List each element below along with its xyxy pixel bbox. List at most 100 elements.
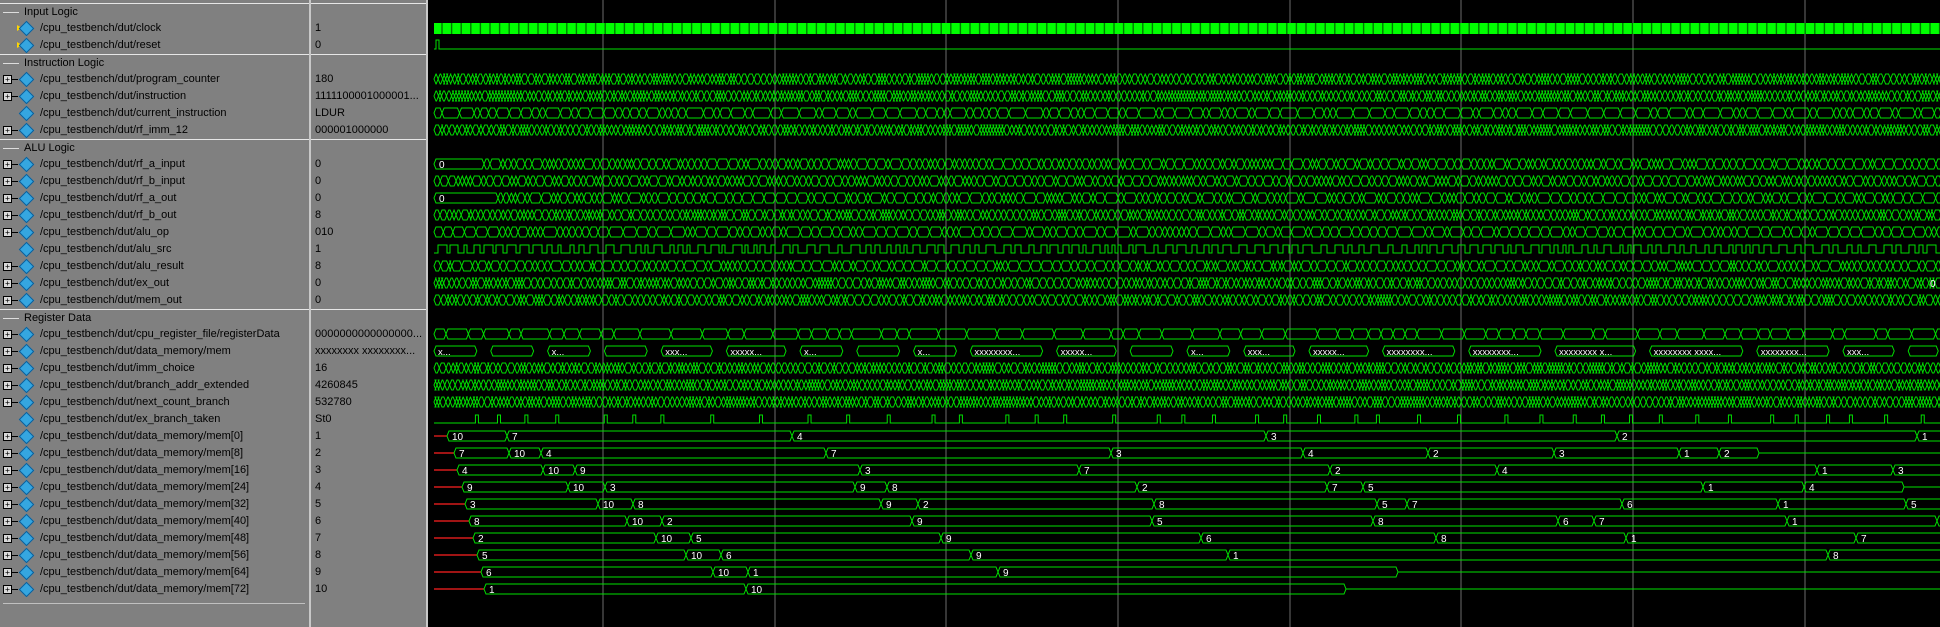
signal-row[interactable]: /cpu_testbench/dut/alu_src [0, 241, 309, 257]
signal-value-row[interactable]: 8 [311, 547, 426, 563]
expand-icon[interactable]: + [3, 228, 12, 237]
waveform-canvas[interactable]: 000x... x... xxx... xxxxx... x... x... xxxxxxx… [429, 0, 1940, 627]
signal-value-row[interactable]: 4 [311, 479, 426, 495]
signal-row[interactable]: +/cpu_testbench/dut/instruction [0, 88, 309, 104]
expand-icon[interactable]: + [3, 262, 12, 271]
expand-icon[interactable]: + [3, 211, 12, 220]
signal-row[interactable]: +/cpu_testbench/dut/imm_choice [0, 360, 309, 376]
signal-value-row[interactable]: LDUR [311, 105, 426, 121]
expand-icon[interactable]: + [3, 517, 12, 526]
signal-row[interactable]: +/cpu_testbench/dut/data_memory/mem[8] [0, 445, 309, 461]
group-header-instruction[interactable]: Instruction Logic [0, 54, 309, 71]
expand-icon[interactable]: + [3, 177, 12, 186]
signal-value-row[interactable]: 180 [311, 71, 426, 87]
group-header-input[interactable]: Input Logic [0, 3, 309, 20]
signal-row[interactable]: +/cpu_testbench/dut/ex_out [0, 275, 309, 291]
signal-value-row[interactable]: xxxxxxxx xxxxxxxx... [311, 343, 426, 359]
signal-row[interactable]: +/cpu_testbench/dut/data_memory/mem[24] [0, 479, 309, 495]
expand-icon[interactable]: + [3, 398, 12, 407]
signal-value-row[interactable]: 10 [311, 581, 426, 597]
signal-row[interactable]: +/cpu_testbench/dut/program_counter [0, 71, 309, 87]
signal-row[interactable]: /cpu_testbench/dut/ex_branch_taken [0, 411, 309, 427]
expand-icon[interactable]: + [3, 483, 12, 492]
signal-row[interactable]: +/cpu_testbench/dut/rf_b_input [0, 173, 309, 189]
signal-value-row[interactable]: 1 [311, 241, 426, 257]
bus-segment [650, 124, 658, 136]
signal-value-row[interactable]: 0 [311, 190, 426, 206]
signal-row[interactable]: +/cpu_testbench/dut/cpu_register_file/re… [0, 326, 309, 342]
signal-row[interactable]: +/cpu_testbench/dut/mem_out [0, 292, 309, 308]
signal-row[interactable]: +/cpu_testbench/dut/data_memory/mem[32] [0, 496, 309, 512]
signal-value-row[interactable]: 1111100001000001... [311, 88, 426, 104]
expand-icon[interactable]: + [3, 364, 12, 373]
expand-icon[interactable]: + [3, 568, 12, 577]
signal-row[interactable]: +/cpu_testbench/dut/alu_op [0, 224, 309, 240]
expand-icon[interactable]: + [3, 75, 12, 84]
signal-row[interactable]: +/cpu_testbench/dut/data_memory/mem[72] [0, 581, 309, 597]
expand-icon[interactable]: + [3, 296, 12, 305]
signal-value-row[interactable]: 000001000000 [311, 122, 426, 138]
bus-segment [1321, 226, 1331, 238]
expand-icon[interactable]: + [3, 279, 12, 288]
group-header-register[interactable]: Register Data [0, 309, 309, 326]
signal-row[interactable]: /cpu_testbench/dut/current_instruction [0, 105, 309, 121]
signal-row[interactable]: /cpu_testbench/dut/reset [0, 37, 309, 53]
signal-value-row[interactable]: 0 [311, 275, 426, 291]
signal-value-row[interactable]: 0 [311, 173, 426, 189]
signal-row[interactable]: /cpu_testbench/dut/clock [0, 20, 309, 36]
expand-icon[interactable]: + [3, 466, 12, 475]
expand-icon[interactable]: + [3, 432, 12, 441]
signal-value-row[interactable]: 8 [311, 207, 426, 223]
expand-icon[interactable]: + [3, 500, 12, 509]
signal-value-row[interactable]: 0 [311, 37, 426, 53]
signal-value-row[interactable]: 1 [311, 20, 426, 36]
signal-value-row[interactable]: 0 [311, 292, 426, 308]
pane-divider[interactable] [426, 0, 428, 627]
signal-row[interactable]: +/cpu_testbench/dut/next_count_branch [0, 394, 309, 410]
bus-segment [1317, 158, 1327, 170]
expand-icon[interactable]: + [3, 347, 12, 356]
expand-icon[interactable]: + [3, 194, 12, 203]
expand-icon[interactable]: + [3, 330, 12, 339]
signal-row[interactable]: +/cpu_testbench/dut/branch_addr_extended [0, 377, 309, 393]
signal-row[interactable]: +/cpu_testbench/dut/rf_b_out [0, 207, 309, 223]
expand-icon[interactable]: + [3, 160, 12, 169]
signal-value-row[interactable]: 4260845 [311, 377, 426, 393]
expand-icon[interactable]: + [3, 534, 12, 543]
signal-value-row[interactable]: 010 [311, 224, 426, 240]
signal-row[interactable]: +/cpu_testbench/dut/data_memory/mem[40] [0, 513, 309, 529]
waveform-pane[interactable]: 0 0 0 x... x... xxx... xxxxx... x... x... xxxxxxx… [429, 0, 1940, 627]
signal-row[interactable]: +/cpu_testbench/dut/rf_a_input [0, 156, 309, 172]
signal-value-row[interactable]: 8 [311, 258, 426, 274]
expand-icon[interactable]: + [3, 92, 12, 101]
signal-value-row[interactable]: 7 [311, 530, 426, 546]
signal-value-row[interactable]: 6 [311, 513, 426, 529]
group-header-alu[interactable]: ALU Logic [0, 139, 309, 156]
signal-row[interactable]: +/cpu_testbench/dut/rf_imm_12 [0, 122, 309, 138]
signal-row[interactable]: +/cpu_testbench/dut/alu_result [0, 258, 309, 274]
signal-row[interactable]: +/cpu_testbench/dut/rf_a_out [0, 190, 309, 206]
expand-icon[interactable]: + [3, 126, 12, 135]
signal-value-row[interactable]: 2 [311, 445, 426, 461]
bus-segment [969, 294, 978, 306]
signal-value-row[interactable]: St0 [311, 411, 426, 427]
signal-value-row[interactable]: 0000000000000000... [311, 326, 426, 342]
signal-value-row[interactable]: 0 [311, 156, 426, 172]
expand-icon[interactable]: + [3, 381, 12, 390]
signal-row[interactable]: +/cpu_testbench/dut/data_memory/mem[0] [0, 428, 309, 444]
bus-segment [892, 379, 898, 391]
expand-icon[interactable]: + [3, 585, 12, 594]
signal-value-row[interactable]: 3 [311, 462, 426, 478]
signal-row[interactable]: +/cpu_testbench/dut/data_memory/mem[64] [0, 564, 309, 580]
expand-icon[interactable]: + [3, 551, 12, 560]
expand-icon[interactable]: + [3, 449, 12, 458]
signal-value-row[interactable]: 1 [311, 428, 426, 444]
signal-value-row[interactable]: 532780 [311, 394, 426, 410]
signal-value-row[interactable]: 16 [311, 360, 426, 376]
signal-value-row[interactable]: 9 [311, 564, 426, 580]
signal-row[interactable]: +/cpu_testbench/dut/data_memory/mem[56] [0, 547, 309, 563]
signal-row[interactable]: +/cpu_testbench/dut/data_memory/mem[48] [0, 530, 309, 546]
signal-value-row[interactable]: 5 [311, 496, 426, 512]
signal-row[interactable]: +/cpu_testbench/dut/data_memory/mem [0, 343, 309, 359]
signal-row[interactable]: +/cpu_testbench/dut/data_memory/mem[16] [0, 462, 309, 478]
